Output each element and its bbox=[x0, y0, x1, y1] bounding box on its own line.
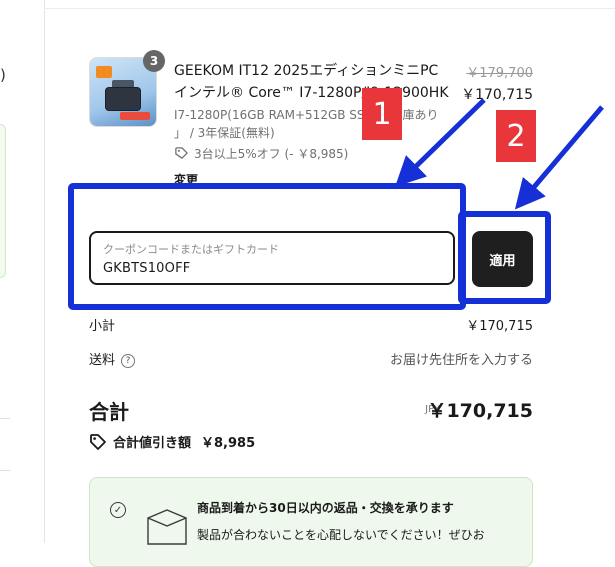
total-savings: 合計値引き額 ￥8,985 bbox=[89, 432, 255, 451]
product-variant-line2: 」 / 3年保証(無料) bbox=[174, 126, 275, 140]
return-policy-title: 商品到着から30日以内の返品・交換を承ります bbox=[197, 501, 454, 515]
quantity-discount: 3台以上5%オフ (- ￥8,985) bbox=[174, 145, 348, 162]
annotation-marker-2: 2 bbox=[496, 110, 536, 162]
tag-icon bbox=[175, 147, 188, 159]
coupon-input-value[interactable]: GKBTS10OFF bbox=[103, 261, 190, 276]
shipping-label: 送料 bbox=[89, 353, 116, 368]
price-original: ￥179,700 bbox=[466, 66, 533, 81]
product-variant: I7-1280P(16GB RAM+512GB SSD)「在庫あり 」 / 3年… bbox=[174, 106, 462, 142]
left-panel-divider bbox=[0, 470, 10, 471]
left-panel-divider bbox=[0, 418, 10, 419]
product-name-line2: インテル® Core™ I7-1280P/I9-12900HK bbox=[174, 85, 449, 101]
savings-tag-icon bbox=[90, 433, 106, 450]
change-link[interactable]: 変更 bbox=[174, 171, 198, 188]
left-panel-green-card bbox=[0, 124, 6, 278]
savings-label: 合計値引き額 bbox=[113, 436, 192, 451]
subtotal-label: 小計 bbox=[89, 319, 116, 334]
price-current: ￥170,715 bbox=[461, 87, 533, 103]
subtotal-value: ￥170,715 bbox=[466, 319, 533, 334]
coupon-input-label: クーポンコードまたはギフトカード bbox=[103, 243, 279, 256]
product-variant-line1: I7-1280P(16GB RAM+512GB SSD)「在庫あり bbox=[174, 108, 439, 122]
discount-text: 3台以上5%オフ (- ￥8,985) bbox=[194, 147, 349, 161]
total-label: 合計 bbox=[89, 400, 129, 424]
product-name: GEEKOM IT12 2025エディションミニPC インテル® Core™ I… bbox=[174, 60, 462, 104]
top-divider bbox=[44, 8, 615, 9]
help-circle-icon[interactable]: ? bbox=[121, 353, 136, 368]
apply-coupon-button[interactable]: 適用 bbox=[472, 231, 533, 287]
left-panel-glyph: ) bbox=[0, 66, 6, 84]
shipping-value: お届け先住所を入力する bbox=[389, 353, 533, 368]
return-policy-body: 製品が合わないことを心配しないでください！ぜひお bbox=[197, 528, 485, 542]
total-value: ￥170,715 bbox=[427, 400, 533, 422]
coupon-code-input[interactable]: クーポンコードまたはギフトカード GKBTS10OFF bbox=[89, 231, 455, 285]
shipping-row: 送料? bbox=[89, 349, 136, 368]
savings-value: ￥8,985 bbox=[201, 436, 256, 451]
check-circle-icon: ✓ bbox=[110, 502, 126, 518]
left-panel: ) bbox=[0, 0, 45, 543]
return-policy-card: ✓ 商品到着から30日以内の返品・交換を承ります 製品が合わないことを心配しない… bbox=[89, 477, 533, 567]
product-name-line1: GEEKOM IT12 2025エディションミニPC bbox=[174, 63, 439, 79]
quantity-badge: 3 bbox=[143, 50, 165, 72]
box-icon bbox=[147, 509, 187, 545]
annotation-marker-1: 1 bbox=[362, 88, 402, 140]
